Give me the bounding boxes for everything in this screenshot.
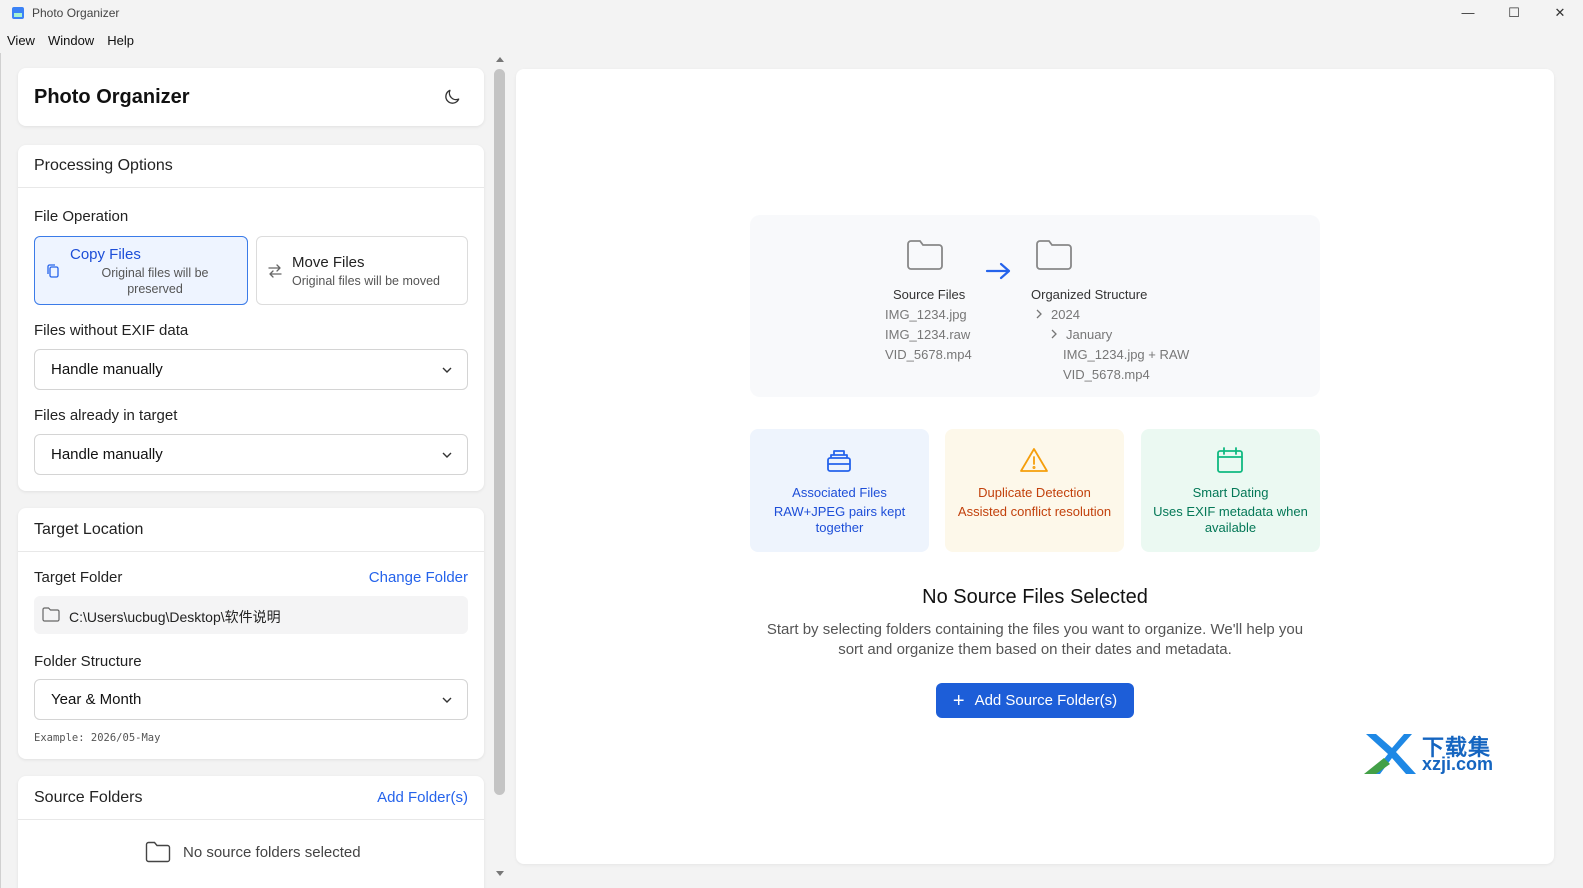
- minimize-button[interactable]: —: [1445, 0, 1491, 25]
- empty-state-description: Start by selecting folders containing th…: [766, 621, 1304, 658]
- scroll-thumb[interactable]: [494, 69, 505, 795]
- menu-bar: View Window Help: [0, 28, 140, 52]
- folder-structure-select[interactable]: Year & Month: [34, 679, 468, 720]
- divider: [18, 187, 484, 188]
- in-target-label: Files already in target: [34, 407, 178, 424]
- folder-structure-label: Folder Structure: [34, 653, 142, 670]
- change-folder-link[interactable]: Change Folder: [369, 569, 468, 586]
- source-file: IMG_1234.raw: [885, 327, 971, 342]
- copy-files-subtitle: Original files will be preserved: [101, 266, 209, 296]
- add-source-folders-button[interactable]: + Add Source Folder(s): [936, 683, 1134, 718]
- copy-files-option[interactable]: Copy Files Original files will be preser…: [34, 236, 248, 305]
- close-button[interactable]: ✕: [1537, 0, 1583, 25]
- warning-icon: [1020, 448, 1048, 472]
- window-controls: — ☐ ✕: [1445, 0, 1583, 25]
- no-exif-label: Files without EXIF data: [34, 322, 189, 339]
- no-exif-select[interactable]: Handle manually: [34, 349, 468, 390]
- no-source-folders-text: No source folders selected: [183, 844, 361, 861]
- in-target-value: Handle manually: [51, 446, 163, 463]
- move-files-option[interactable]: Move Files Original files will be moved: [256, 236, 468, 305]
- feature-associated-files: Associated Files RAW+JPEG pairs kept tog…: [750, 429, 929, 552]
- scroll-up-arrow[interactable]: [496, 57, 504, 62]
- folder-icon: [907, 240, 943, 270]
- source-files-label: Source Files: [893, 287, 966, 302]
- copy-files-title: Copy Files: [70, 246, 141, 263]
- move-files-subtitle: Original files will be moved: [292, 274, 440, 288]
- tree-file: IMG_1234.jpg + RAW: [1063, 347, 1190, 362]
- copy-icon: [47, 264, 59, 278]
- menu-window[interactable]: Window: [41, 33, 100, 48]
- feature-duplicate-detection: Duplicate Detection Assisted conflict re…: [945, 429, 1124, 552]
- target-path-text: C:\Users\ucbug\Desktop\软件说明: [69, 609, 281, 625]
- title-bar: Photo Organizer — ☐ ✕: [0, 0, 1583, 25]
- chevron-right-icon: [1051, 329, 1057, 339]
- feature-subtitle: Uses EXIF metadata when available: [1153, 504, 1308, 535]
- sidebar-scrollbar[interactable]: [492, 53, 508, 888]
- no-exif-value: Handle manually: [51, 361, 163, 378]
- moon-icon[interactable]: [442, 87, 462, 107]
- watermark-logo-icon: [1364, 734, 1416, 774]
- app-header-card: Photo Organizer: [18, 68, 484, 126]
- feature-title: Duplicate Detection: [978, 485, 1091, 500]
- tree-file: VID_5678.mp4: [1063, 367, 1150, 382]
- folder-icon: [1036, 240, 1072, 270]
- target-location-card: Target Location Target Folder Change Fol…: [18, 508, 484, 759]
- app-title: Photo Organizer: [34, 86, 190, 108]
- source-file: IMG_1234.jpg: [885, 307, 967, 322]
- source-folders-title: Source Folders: [34, 789, 143, 806]
- watermark-en: xzji.com: [1422, 754, 1494, 774]
- app-icon: [12, 6, 24, 19]
- source-folders-card: Source Folders Add Folder(s) No source f…: [18, 776, 484, 888]
- stack-icon: [827, 450, 851, 472]
- feature-title: Associated Files: [792, 485, 887, 500]
- folder-structure-example: Example: 2026/05-May: [34, 732, 161, 744]
- organize-diagram: Source Files IMG_1234.jpg IMG_1234.raw V…: [750, 215, 1320, 397]
- divider: [18, 551, 484, 552]
- menu-help[interactable]: Help: [100, 33, 140, 48]
- swap-arrows-icon: [268, 264, 282, 278]
- calendar-icon: [1217, 447, 1243, 473]
- feature-subtitle: Assisted conflict resolution: [957, 504, 1112, 519]
- organized-structure-label: Organized Structure: [1031, 287, 1148, 302]
- empty-state-title: No Source Files Selected: [922, 586, 1148, 608]
- feature-smart-dating: Smart Dating Uses EXIF metadata when ava…: [1141, 429, 1320, 552]
- chevron-down-icon: [442, 367, 452, 373]
- scroll-down-arrow[interactable]: [496, 871, 504, 876]
- plus-icon: +: [952, 689, 965, 712]
- chevron-down-icon: [442, 452, 452, 458]
- folder-icon: [145, 841, 171, 863]
- add-folders-link[interactable]: Add Folder(s): [377, 789, 468, 806]
- site-watermark: 下载集 xzji.com: [1362, 730, 1507, 778]
- divider: [18, 819, 484, 820]
- chevron-right-icon: [1036, 309, 1042, 319]
- tree-year: 2024: [1051, 307, 1080, 322]
- target-folder-label: Target Folder: [34, 569, 123, 586]
- maximize-button[interactable]: ☐: [1491, 0, 1537, 25]
- feature-title: Smart Dating: [1192, 485, 1269, 500]
- source-file: VID_5678.mp4: [885, 347, 972, 362]
- target-location-title: Target Location: [34, 521, 144, 538]
- window-title: Photo Organizer: [32, 5, 120, 20]
- sidebar: Photo Organizer Processing Options File …: [0, 53, 492, 888]
- move-files-title: Move Files: [292, 254, 365, 271]
- in-target-select[interactable]: Handle manually: [34, 434, 468, 475]
- target-path-display: C:\Users\ucbug\Desktop\软件说明: [34, 596, 468, 634]
- file-operation-label: File Operation: [34, 208, 129, 225]
- folder-icon: [42, 607, 60, 622]
- processing-options-card: Processing Options File Operation Copy F…: [18, 145, 484, 491]
- folder-structure-value: Year & Month: [51, 691, 142, 708]
- chevron-down-icon: [442, 697, 452, 703]
- processing-options-title: Processing Options: [34, 157, 173, 174]
- tree-month: January: [1066, 327, 1113, 342]
- feature-subtitle: RAW+JPEG pairs kept together: [773, 504, 906, 535]
- add-source-folders-label: Add Source Folder(s): [974, 692, 1118, 709]
- arrow-right-icon: [985, 262, 1011, 280]
- menu-view[interactable]: View: [0, 33, 41, 48]
